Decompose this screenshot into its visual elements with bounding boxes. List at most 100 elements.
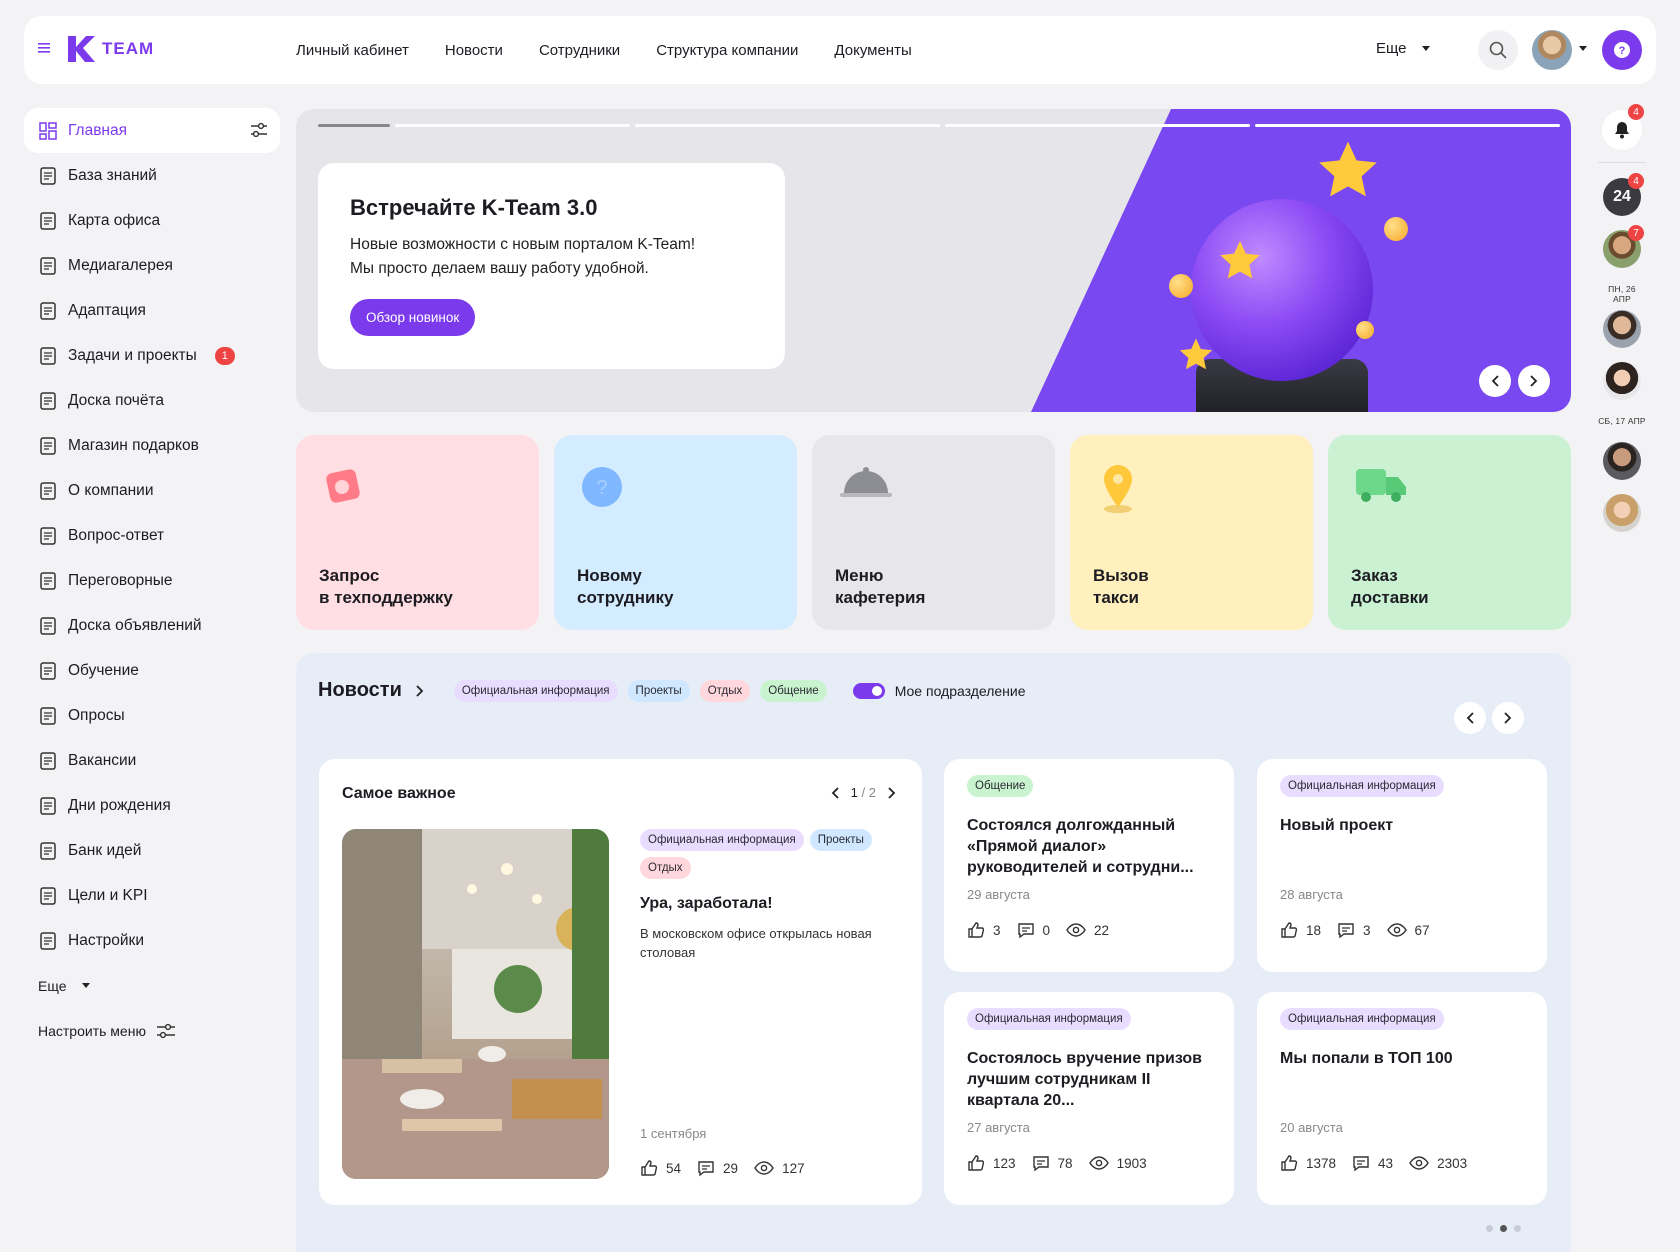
sidebar-item-2[interactable]: Карта офиса — [24, 198, 280, 243]
tile-taxi[interactable]: Вызов такси — [1070, 435, 1313, 630]
news-next-button[interactable] — [1492, 702, 1524, 734]
contact-avatar[interactable] — [1603, 362, 1641, 400]
image-icon — [40, 256, 56, 275]
help-icon: ? — [1614, 42, 1630, 58]
news-prev-button[interactable] — [1454, 702, 1486, 734]
sidebar-more[interactable]: Еще — [24, 963, 280, 1008]
topnav-cabinet[interactable]: Личный кабинет — [296, 42, 409, 59]
topnav-news[interactable]: Новости — [445, 42, 503, 59]
sidebar-item-3[interactable]: Медиагалерея — [24, 243, 280, 288]
news-card-title: Новый проект — [1280, 817, 1394, 834]
sidebar-item-15[interactable]: Дни рождения — [24, 783, 280, 828]
topnav-documents[interactable]: Документы — [834, 42, 911, 59]
like-icon[interactable] — [640, 1159, 658, 1177]
sidebar-item-label: Доска объявлений — [68, 616, 202, 634]
news-card[interactable]: Официальная информация Новый проект 28 авг… — [1257, 759, 1547, 972]
sidebar-item-6[interactable]: Доска почёта — [24, 378, 280, 423]
banner-button[interactable]: Обзор новинок — [350, 299, 476, 336]
like-count: 1378 — [1306, 1155, 1337, 1171]
comment-icon[interactable] — [1352, 1154, 1370, 1172]
like-count: 18 — [1306, 922, 1322, 938]
sidebar-item-1[interactable]: База знаний — [24, 153, 280, 198]
page-dot[interactable] — [1514, 1225, 1521, 1232]
rail-divider — [1598, 162, 1646, 163]
news-card[interactable]: Официальная информация Мы попали в ТОП 10… — [1257, 992, 1547, 1205]
configure-menu-button[interactable]: Настроить меню — [24, 1008, 280, 1053]
tile-support[interactable]: Запрос в техподдержку — [296, 435, 539, 630]
featured-news-card[interactable]: Самое важное 1 / 2 Официальная информаци… — [319, 759, 922, 1205]
more-dropdown[interactable]: Еще — [1376, 40, 1431, 57]
sidebar-item-14[interactable]: Вакансии — [24, 738, 280, 783]
caret-down-icon — [1421, 45, 1430, 51]
tune-icon[interactable] — [250, 122, 268, 138]
contact-avatar[interactable] — [1603, 442, 1641, 480]
chevron-left-icon[interactable] — [831, 786, 839, 799]
like-icon[interactable] — [967, 1154, 985, 1172]
sidebar-item-16[interactable]: Банк идей — [24, 828, 280, 873]
hands-icon — [40, 301, 56, 320]
like-icon[interactable] — [967, 921, 985, 939]
comment-icon[interactable] — [697, 1159, 715, 1177]
top-header: TEAM Личный кабинет Новости Сотрудники С… — [24, 16, 1656, 84]
banner-progress — [318, 124, 1560, 127]
sidebar-item-label: Переговорные — [68, 571, 173, 589]
help-button[interactable]: ? — [1602, 30, 1642, 70]
search-button[interactable] — [1478, 30, 1518, 70]
logo[interactable]: TEAM — [66, 34, 154, 64]
tile-cafeteria[interactable]: Меню кафетерия — [812, 435, 1055, 630]
featured-tag: Отдых — [640, 857, 691, 879]
sidebar-item-9[interactable]: Вопрос-ответ — [24, 513, 280, 558]
meeting-icon — [40, 571, 56, 590]
topnav-structure[interactable]: Структура компании — [656, 42, 798, 59]
tile-new-employee[interactable]: ? Новому сотруднику — [554, 435, 797, 630]
svg-text:?: ? — [596, 477, 607, 499]
page-dot-active[interactable] — [1500, 1225, 1507, 1232]
news-card-stats: 18 3 67 — [1280, 921, 1438, 939]
avatar-caret-icon[interactable] — [1578, 46, 1588, 52]
topnav-employees[interactable]: Сотрудники — [539, 42, 620, 59]
comment-icon[interactable] — [1032, 1154, 1050, 1172]
comment-count: 29 — [723, 1160, 739, 1176]
comment-icon[interactable] — [1017, 921, 1035, 939]
news-card[interactable]: Общение Состоялся долгожданный «Прямой ди… — [944, 759, 1234, 972]
filter-official[interactable]: Официальная информация — [453, 679, 618, 702]
sidebar-item-18[interactable]: Настройки — [24, 918, 280, 963]
chevron-right-icon[interactable] — [888, 786, 896, 799]
news-title[interactable]: Новости — [318, 679, 402, 702]
page-dot[interactable] — [1486, 1225, 1493, 1232]
sidebar-item-0[interactable]: Главная — [24, 108, 280, 153]
sidebar-item-17[interactable]: Цели и KPI — [24, 873, 280, 918]
sidebar-item-13[interactable]: Опросы — [24, 693, 280, 738]
tile-delivery[interactable]: Заказ доставки — [1328, 435, 1571, 630]
sidebar-item-5[interactable]: Задачи и проекты 1 — [24, 333, 280, 378]
like-icon[interactable] — [1280, 1154, 1298, 1172]
filter-leisure[interactable]: Отдых — [699, 679, 751, 702]
rail-date-2: СБ, 17 АПР — [1598, 416, 1646, 426]
sidebar-item-11[interactable]: Доска объявлений — [24, 603, 280, 648]
top-nav: Личный кабинет Новости Сотрудники Структ… — [296, 16, 912, 84]
menu-icon[interactable] — [38, 42, 52, 54]
news-card-tag: Официальная информация — [1280, 775, 1444, 797]
like-icon[interactable] — [1280, 921, 1298, 939]
contact-avatar[interactable] — [1603, 310, 1641, 348]
sidebar-item-12[interactable]: Обучение — [24, 648, 280, 693]
chevron-right-icon[interactable] — [416, 684, 424, 697]
news-card[interactable]: Официальная информация Состоялось вручени… — [944, 992, 1234, 1205]
banner-next-button[interactable] — [1518, 365, 1550, 397]
user-avatar[interactable] — [1532, 30, 1572, 70]
featured-body: Официальная информация Проекты Отдых Ура… — [640, 829, 890, 962]
contact-avatar[interactable] — [1603, 494, 1641, 532]
sidebar-item-7[interactable]: Магазин подарков — [24, 423, 280, 468]
sidebar-item-10[interactable]: Переговорные — [24, 558, 280, 603]
filter-projects[interactable]: Проекты — [627, 679, 690, 702]
banner-prev-button[interactable] — [1479, 365, 1511, 397]
comment-icon[interactable] — [1337, 921, 1355, 939]
user-star-icon — [40, 391, 56, 410]
filter-communication[interactable]: Общение — [760, 679, 827, 702]
comment-count: 0 — [1042, 922, 1051, 938]
sidebar-item-8[interactable]: О компании — [24, 468, 280, 513]
tile-new-employee-label: Новому сотруднику — [577, 566, 674, 607]
sidebar-item-4[interactable]: Адаптация — [24, 288, 280, 333]
my-department-toggle[interactable] — [852, 682, 885, 699]
building-icon — [40, 211, 56, 230]
